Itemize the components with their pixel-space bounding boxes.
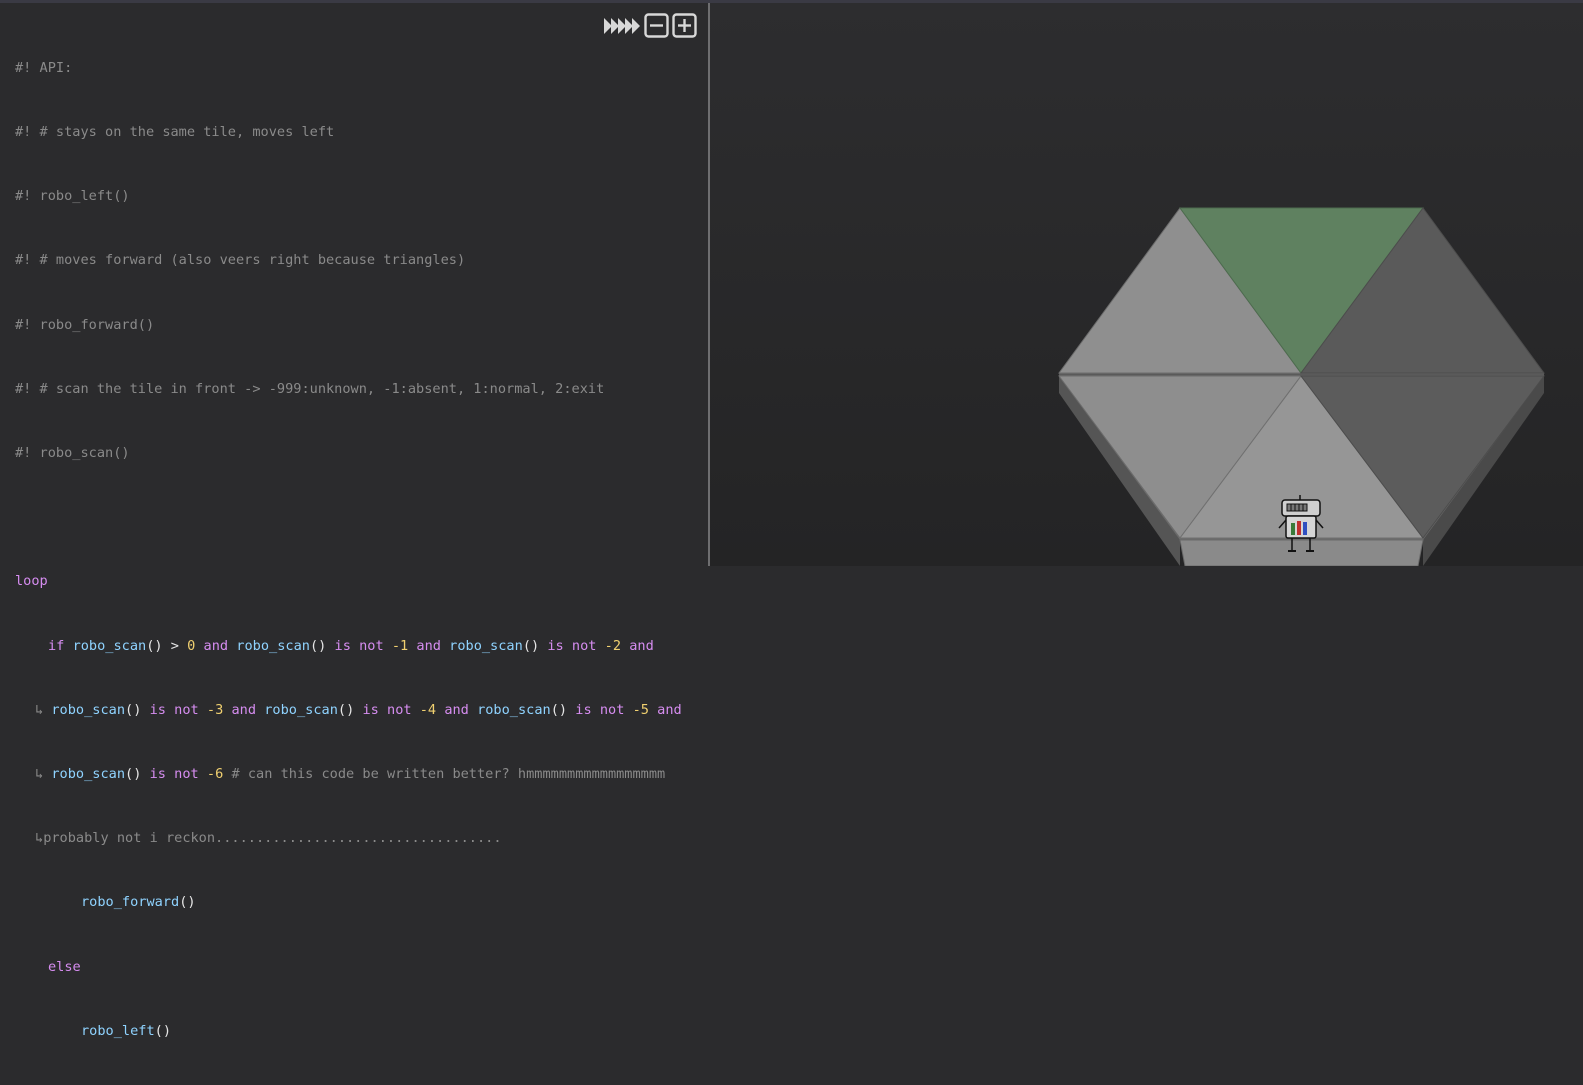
game-viewport[interactable] — [710, 3, 1583, 566]
keyword-and: and — [444, 701, 469, 718]
code-line: #! # stays on the same tile, moves left — [15, 124, 335, 141]
number: -3 — [206, 701, 224, 718]
code-line: #! robo_scan() — [15, 445, 130, 462]
code-line: robo_left() — [15, 1021, 682, 1042]
code-line: #! API: — [15, 59, 73, 76]
code-line: ↳ robo_scan() is not -3 and robo_scan() … — [15, 700, 682, 721]
number: -2 — [604, 637, 622, 654]
keyword-and: and — [231, 701, 257, 718]
fn-call: robo_scan — [477, 701, 551, 718]
keyword-is-not: is not — [334, 637, 384, 654]
continuation-marker: ↳ — [35, 766, 44, 783]
code-text[interactable]: #! API: #! # stays on the same tile, mov… — [15, 15, 682, 1085]
editor-toolbar — [603, 13, 697, 42]
code-line: #! robo_forward() — [15, 316, 155, 333]
code-line: robo_forward() — [15, 892, 682, 913]
inline-comment: probably not i reckon...................… — [43, 830, 502, 847]
code-editor[interactable]: #! API: #! # stays on the same tile, mov… — [0, 3, 708, 1039]
fn-call: robo_scan — [51, 766, 126, 783]
number: -4 — [419, 701, 437, 718]
operator: > — [170, 637, 179, 654]
continuation-marker: ↳ — [35, 701, 44, 718]
code-line: #! robo_left() — [15, 188, 130, 205]
number: 0 — [187, 637, 196, 654]
number: -1 — [391, 637, 409, 654]
keyword-is-not: is not — [149, 766, 199, 783]
parens: () — [125, 766, 142, 783]
code-line: #! # scan the tile in front -> -999:unkn… — [15, 380, 605, 397]
number: -6 — [206, 766, 224, 783]
code-line: ↳probably not i reckon..................… — [15, 828, 682, 849]
keyword-is-not: is not — [362, 701, 412, 718]
keyword-loop: loop — [15, 573, 48, 590]
keyword-and: and — [203, 637, 229, 654]
inline-comment: # can this code be written better? hmmmm… — [231, 766, 666, 783]
parens: () — [309, 637, 327, 654]
fn-call: robo_forward — [81, 894, 180, 911]
keyword-and: and — [657, 701, 682, 718]
parens: () — [154, 1022, 172, 1039]
fast-forward-icon[interactable] — [603, 15, 641, 41]
fn-call: robo_left — [81, 1022, 155, 1039]
tile-normal — [1179, 539, 1424, 566]
parens: () — [522, 637, 540, 654]
keyword-and: and — [416, 637, 441, 654]
code-line: else — [15, 957, 682, 978]
fn-call: robo_scan — [51, 701, 126, 718]
plus-box-icon[interactable] — [672, 13, 697, 42]
parens: () — [146, 637, 163, 654]
parens: () — [550, 701, 568, 718]
keyword-is-not: is not — [547, 637, 597, 654]
code-line: ↳ robo_scan() is not -6 # can this code … — [15, 764, 682, 785]
fn-call: robo_scan — [236, 637, 310, 654]
keyword-is-not: is not — [575, 701, 625, 718]
code-line: #! # moves forward (also veers right bec… — [15, 252, 466, 269]
keyword-else: else — [48, 958, 81, 975]
keyword-and: and — [629, 637, 654, 654]
keyword-is-not: is not — [149, 701, 199, 718]
fn-call: robo_scan — [264, 701, 338, 718]
minus-box-icon[interactable] — [644, 13, 669, 42]
parens: () — [179, 894, 196, 911]
code-line: loop — [15, 571, 682, 592]
fn-call: robo_scan — [449, 637, 523, 654]
parens: () — [337, 701, 355, 718]
parens: () — [125, 701, 142, 718]
code-line: if robo_scan() > 0 and robo_scan() is no… — [15, 636, 682, 657]
keyword-if: if — [48, 637, 65, 654]
continuation-marker: ↳ — [35, 830, 44, 847]
fn-call: robo_scan — [72, 637, 147, 654]
number: -5 — [632, 701, 649, 718]
tile-map — [1058, 207, 1545, 566]
